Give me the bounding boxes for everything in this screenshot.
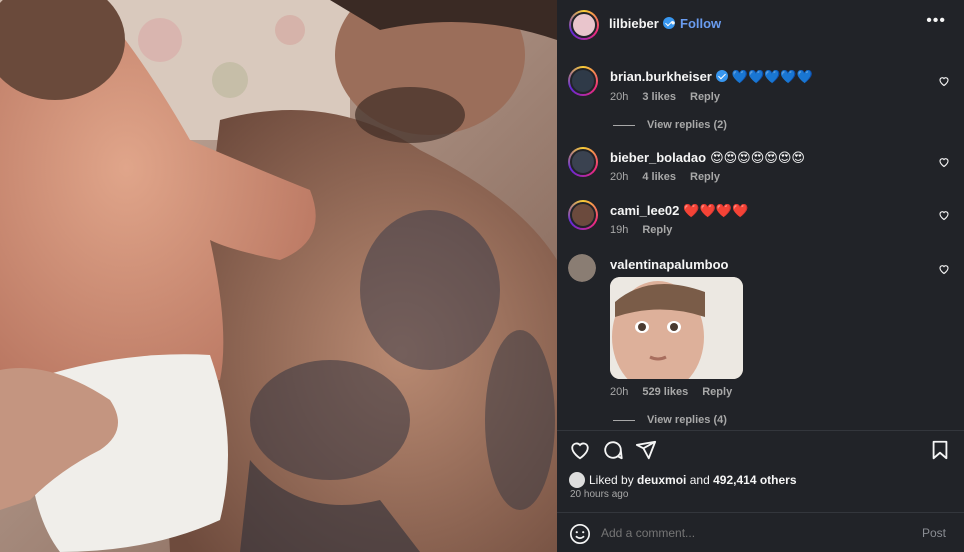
comment-like-icon[interactable] [938,263,950,275]
post-time[interactable]: 20 hours ago [570,489,628,500]
reply-button[interactable]: Reply [702,386,732,398]
post-photo[interactable] [0,0,557,552]
verified-icon [715,70,728,82]
comment-avatar[interactable] [568,254,596,282]
replies-line [613,124,635,126]
comment-text: 😍😍😍😍😍😍😍 [710,150,805,165]
likes-count[interactable]: 492,414 others [713,473,796,487]
comment-username[interactable]: bieber_boladao [610,150,706,165]
comment-row: brian.burkheiser 💙💙💙💙💙 [610,69,813,85]
comment-username[interactable]: brian.burkheiser [610,69,712,84]
comment-likes[interactable]: 4 likes [642,171,676,183]
separator-dot: • [671,16,676,30]
comment-username[interactable]: cami_lee02 [610,203,679,218]
reply-button[interactable]: Reply [690,91,720,103]
comment-likes[interactable]: 3 likes [642,91,676,103]
author-username[interactable]: lilbieber [609,16,675,31]
comment-text: ❤️❤️❤️❤️ [683,203,749,218]
view-replies-button[interactable]: View replies (4) [613,414,727,426]
author-avatar[interactable] [569,10,599,40]
comment-text: 💙💙💙💙💙 [731,69,813,84]
comment-time: 20h [610,91,629,103]
comment-meta: 19h Reply [610,224,686,236]
liker-avatar[interactable] [569,472,585,488]
action-bar [557,430,964,466]
view-replies-label[interactable]: View replies (2) [647,119,727,131]
comment-row: cami_lee02 ❤️❤️❤️❤️ [610,203,748,219]
comment-image[interactable] [610,277,743,379]
comment-avatar[interactable] [568,200,598,230]
comment-likes[interactable]: 529 likes [642,386,688,398]
liked-by-and: and [689,473,710,487]
more-icon[interactable]: ••• [926,12,946,30]
comment-meta: 20h 3 likes Reply [610,91,734,103]
bookmark-icon[interactable] [929,439,951,461]
comment-like-icon[interactable] [938,156,950,168]
comment-row: valentinapalumboo [610,257,728,272]
comment-avatar[interactable] [568,147,598,177]
post-sidebar: lilbieber • Follow ••• brian.burkheiser 💙… [557,0,964,552]
liked-by-user[interactable]: deuxmoi [637,473,686,487]
share-icon[interactable] [635,439,657,461]
comment-meta: 20h 529 likes Reply [610,386,746,398]
add-comment-input[interactable] [601,526,901,540]
liked-by-prefix: Liked by [589,473,634,487]
author-username-text[interactable]: lilbieber [609,16,659,31]
replies-line [613,419,635,421]
comment-time: 19h [610,224,629,236]
comment-like-icon[interactable] [938,209,950,221]
reply-button[interactable]: Reply [642,224,672,236]
reply-button[interactable]: Reply [690,171,720,183]
comment-time: 20h [610,386,629,398]
comment-meta: 20h 4 likes Reply [610,171,734,183]
emoji-icon[interactable] [569,523,591,545]
comment-icon[interactable] [602,439,624,461]
liked-by: Liked by deuxmoi and 492,414 others [569,472,797,488]
view-replies-button[interactable]: View replies (2) [613,119,727,131]
post-header: lilbieber • Follow ••• [557,0,964,48]
post-button[interactable]: Post [922,526,946,540]
comment-time: 20h [610,171,629,183]
follow-button[interactable]: Follow [680,16,721,31]
comment-avatar[interactable] [568,66,598,96]
post-image [0,0,557,552]
comment-row: bieber_boladao 😍😍😍😍😍😍😍 [610,150,805,166]
comment-username[interactable]: valentinapalumboo [610,257,728,272]
heart-icon[interactable] [569,439,591,461]
comment-like-icon[interactable] [938,75,950,87]
child-photo [610,277,743,379]
view-replies-label[interactable]: View replies (4) [647,414,727,426]
